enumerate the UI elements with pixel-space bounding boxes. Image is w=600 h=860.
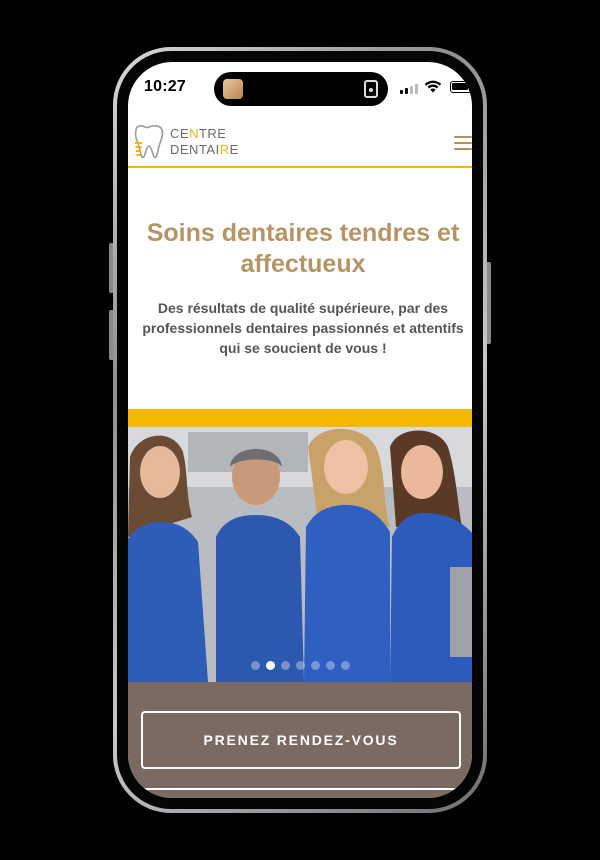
phone-bezel: 10:27 CENTRE DENTAIRE Soins dentaires te…: [117, 51, 483, 809]
carousel-dot[interactable]: [295, 661, 305, 670]
phone-frame: 10:27 CENTRE DENTAIRE Soins dentaires te…: [113, 47, 487, 813]
speaker-icon: [364, 80, 378, 98]
status-bar: 10:27: [128, 62, 472, 106]
logo[interactable]: CENTRE DENTAIRE: [132, 124, 239, 160]
carousel-dot[interactable]: [250, 661, 260, 670]
carousel-dot[interactable]: [325, 661, 335, 670]
hero-subtitle: Des résultats de qualité supérieure, par…: [142, 300, 464, 356]
logo-line-1: CENTRE: [170, 126, 239, 142]
accent-band: [128, 409, 472, 427]
carousel-dot[interactable]: [340, 661, 350, 670]
cellular-signal-icon: [400, 84, 418, 94]
logo-text: TRE: [198, 126, 227, 141]
logo-text: E: [229, 142, 239, 157]
tooth-logo-icon: [134, 125, 164, 159]
team-photo-carousel[interactable]: [128, 427, 472, 682]
logo-wordmark: CENTRE DENTAIRE: [170, 126, 239, 158]
wifi-icon: [424, 80, 442, 93]
battery-icon: [450, 81, 472, 93]
dynamic-island: [214, 72, 388, 106]
logo-text: CE: [170, 126, 190, 141]
hero-title: Soins dentaires tendres et affectueux: [146, 219, 460, 278]
site-header: CENTRE DENTAIRE: [128, 120, 472, 168]
hamburger-menu-icon[interactable]: [454, 136, 472, 150]
carousel-dot-active[interactable]: [265, 661, 275, 670]
status-time: 10:27: [144, 78, 186, 95]
book-appointment-button[interactable]: PRENEZ RENDEZ-VOUS: [141, 711, 461, 769]
cta-section: PRENEZ RENDEZ-VOUS: [128, 682, 472, 798]
phone-screen: 10:27 CENTRE DENTAIRE Soins dentaires te…: [128, 62, 472, 798]
carousel-dot[interactable]: [280, 661, 290, 670]
logo-line-2: DENTAIRE: [170, 142, 239, 158]
logo-text: DENTAI: [170, 142, 220, 157]
secondary-button[interactable]: [141, 788, 461, 798]
now-playing-icon: [223, 79, 243, 99]
logo-text-accent: R: [219, 142, 230, 157]
team-photo: [128, 427, 472, 682]
carousel-dots: [128, 661, 472, 670]
logo-text-accent: N: [189, 126, 199, 141]
carousel-dot[interactable]: [310, 661, 320, 670]
